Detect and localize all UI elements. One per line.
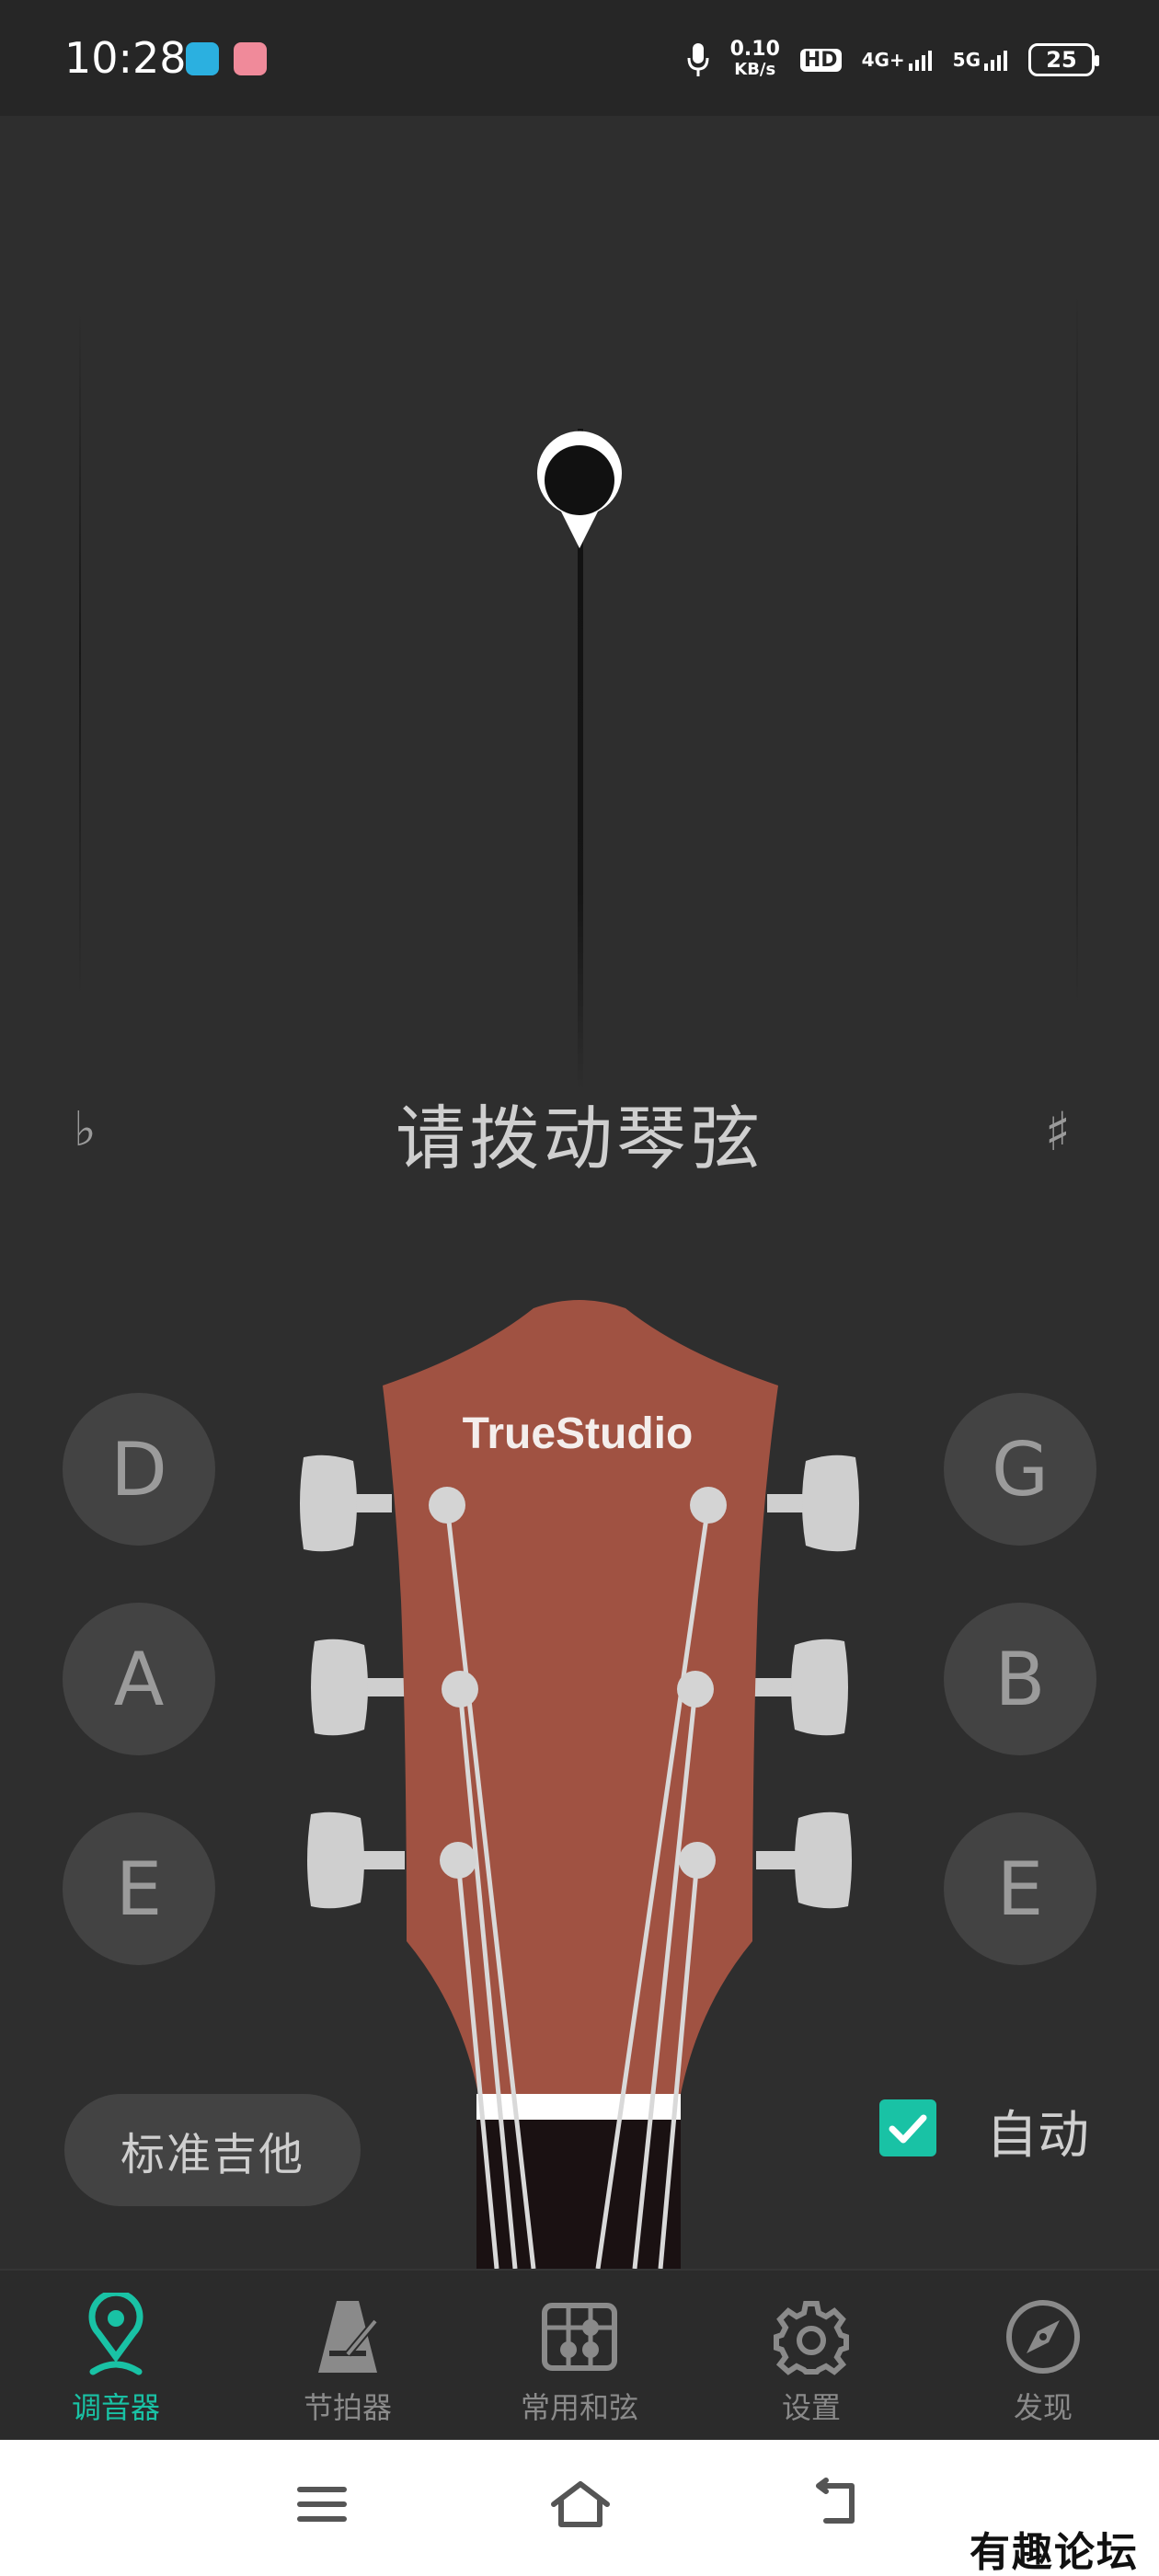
tuning-peg-left: [300, 1455, 405, 1909]
signal-4g: 4G+: [862, 49, 933, 71]
app-notification-icon: [186, 42, 219, 75]
pluck-prompt: 请拨动琴弦: [396, 1098, 763, 1179]
nav-label-discover: 发现: [1013, 2390, 1073, 2425]
gear-icon: [774, 2301, 849, 2375]
nav-item-chords[interactable]: 常用和弦: [464, 2271, 695, 2442]
status-icons: 0.10 KB/s HD 4G+ 5G 25: [686, 37, 1099, 83]
tuning-peg-right: [752, 1455, 859, 1909]
sharp-symbol: ♯: [1044, 1100, 1071, 1163]
auto-checkbox[interactable]: [879, 2099, 936, 2156]
net1-label: 4G+: [861, 49, 905, 71]
nav-item-tuner[interactable]: 调音器: [0, 2271, 232, 2442]
speed-unit: KB/s: [734, 60, 776, 79]
home-icon[interactable]: [548, 2477, 613, 2532]
chord-icon: [542, 2303, 617, 2371]
compass-icon: [1006, 2300, 1080, 2374]
status-bar: 10:28 0.10 KB/s HD 4G+ 5G 25: [0, 0, 1159, 116]
bottom-navigation: 调音器 节拍器 常用和弦 设置 发现: [0, 2269, 1159, 2440]
meter-left-edge: [79, 309, 81, 999]
net2-label: 5G: [952, 49, 981, 71]
nav-item-metronome[interactable]: 节拍器: [232, 2271, 464, 2442]
nav-item-settings[interactable]: 设置: [695, 2271, 927, 2442]
speed-value: 0.10: [729, 38, 780, 61]
signal-bars-icon: [908, 51, 932, 71]
status-time: 10:28: [64, 33, 187, 83]
nav-label-tuner: 调音器: [71, 2390, 160, 2425]
battery-indicator: 25: [1028, 43, 1099, 76]
nav-label-metronome: 节拍器: [303, 2390, 392, 2425]
signal-5g: 5G: [953, 49, 1008, 71]
needle-pin-icon: [537, 431, 622, 548]
back-icon[interactable]: [808, 2477, 863, 2532]
auto-label[interactable]: 自动: [986, 2094, 1089, 2168]
network-speed: 0.10 KB/s: [730, 40, 780, 80]
app-notification-icon: [234, 42, 267, 75]
signal-bars-icon: [984, 51, 1007, 71]
microphone-icon: [687, 43, 709, 76]
nav-item-discover[interactable]: 发现: [927, 2271, 1159, 2442]
tuning-preset-button[interactable]: 标准吉他: [64, 2094, 361, 2206]
menu-icon[interactable]: [294, 2477, 350, 2532]
meter-right-edge: [1076, 291, 1078, 1008]
nav-label-chords: 常用和弦: [520, 2390, 638, 2425]
forum-watermark: 有趣论坛: [970, 2529, 1139, 2576]
hd-badge: HD: [799, 48, 842, 72]
headstock-brand: TrueStudio: [463, 1409, 694, 1458]
checkmark-icon: [889, 2114, 927, 2144]
location-pin-icon: [88, 2293, 143, 2375]
metronome-icon: [318, 2301, 379, 2373]
nav-label-settings: 设置: [781, 2390, 841, 2425]
